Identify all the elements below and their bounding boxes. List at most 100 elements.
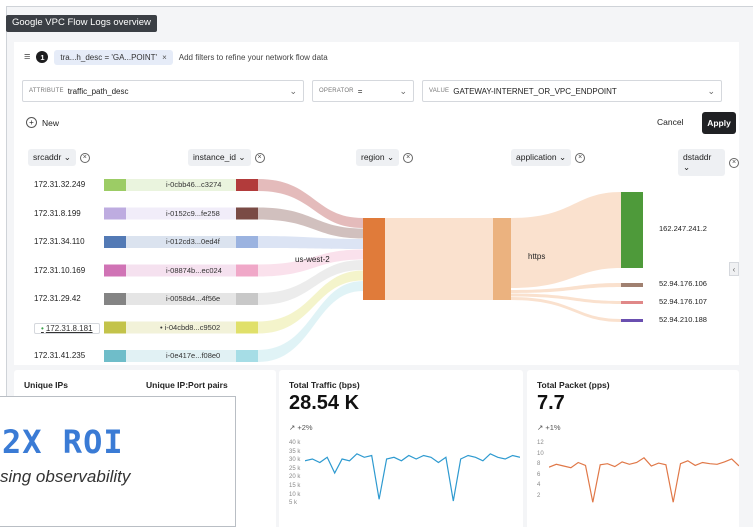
new-button[interactable]: + New [26, 117, 59, 128]
dstaddr-bar[interactable] [621, 192, 643, 268]
instance-bar[interactable] [236, 264, 258, 277]
column-header-dstaddr: dstaddr ⌄ × [678, 149, 739, 176]
dstaddr-bar[interactable] [621, 283, 643, 287]
close-icon[interactable]: × [162, 53, 167, 62]
instance-label[interactable]: i-0152c9...fe258 [166, 209, 220, 218]
srcaddr-label[interactable]: 172.31.8.199 [34, 209, 81, 218]
app-dst-link [511, 192, 621, 288]
attribute-value: traffic_path_desc [67, 86, 129, 96]
filter-chip[interactable]: tra...h_desc = 'GA...POINT' × [54, 49, 173, 65]
src-bar[interactable] [104, 350, 126, 362]
traffic-sparkline [305, 453, 520, 502]
instance-bar[interactable] [236, 350, 258, 362]
application-node[interactable] [493, 218, 511, 300]
column-pill-dstaddr[interactable]: dstaddr ⌄ [678, 149, 726, 176]
dstaddr-label[interactable]: 52.94.210.188 [659, 315, 707, 324]
src-bar[interactable] [104, 264, 126, 277]
instance-label[interactable]: i-0058d4...4f56e [166, 294, 220, 303]
instance-label[interactable]: • i-04cbd8...c9502 [160, 323, 220, 332]
sparkline [305, 453, 520, 502]
close-icon[interactable]: × [575, 152, 586, 163]
window-title: Google VPC Flow Logs overview [6, 15, 157, 32]
packet-title: Total Packet (pps) [537, 380, 610, 390]
srcaddr-label[interactable]: 172.31.34.110 [34, 237, 85, 246]
src-bar[interactable] [104, 293, 126, 305]
srcaddr-label[interactable]: • 172.31.8.181 [34, 322, 100, 334]
close-icon[interactable]: × [79, 152, 90, 163]
unique-ips-title: Unique IPs [24, 380, 68, 390]
operator-prefix: OPERATOR [319, 88, 354, 94]
filter-bar: ≡ 1 tra...h_desc = 'GA...POINT' × Add fi… [14, 42, 739, 72]
column-pill-instance_id[interactable]: instance_id ⌄ [188, 149, 251, 166]
column-header-srcaddr: srcaddr ⌄ × [28, 149, 90, 166]
close-icon[interactable]: × [729, 157, 739, 168]
instance-bar[interactable] [236, 179, 258, 191]
instance-bar[interactable] [236, 321, 258, 334]
total-packet-card: Total Packet (pps) 7.7 ↗ +1% 12 10 8 6 4 2 [527, 370, 739, 527]
column-header-instance_id: instance_id ⌄ × [188, 149, 265, 166]
region-node[interactable] [363, 218, 385, 300]
unique-pairs-title: Unique IP:Port pairs [146, 380, 228, 390]
srcaddr-label[interactable]: 172.31.41.235 [34, 351, 85, 360]
column-header-application: application ⌄ × [511, 149, 586, 166]
y-tick-label: 35 k [289, 448, 301, 455]
attribute-select[interactable]: ATTRIBUTE traffic_path_desc ⌄ [22, 80, 304, 102]
traffic-value: 28.54 K [289, 392, 360, 414]
plus-icon: + [26, 117, 37, 128]
chevron-down-icon: ⌄ [707, 85, 715, 96]
region-app-link [385, 218, 493, 300]
operator-value: = [357, 86, 363, 96]
collapse-arrow-icon[interactable]: ‹ [729, 262, 739, 276]
operator-select[interactable]: OPERATOR = ⌄ [312, 80, 414, 102]
src-bar[interactable] [104, 321, 126, 334]
column-pill-srcaddr[interactable]: srcaddr ⌄ [28, 149, 76, 166]
instance-label[interactable]: i-0cbb46...c3274 [166, 180, 221, 189]
instance-bar[interactable] [236, 293, 258, 305]
filter-count-badge: 1 [36, 51, 49, 63]
traffic-delta-value: +2% [297, 423, 313, 432]
y-tick-label: 20 k [289, 474, 301, 481]
dstaddr-label[interactable]: 52.94.176.107 [659, 297, 707, 306]
packet-sparkline [549, 457, 739, 503]
y-tick-label: 25 k [289, 465, 301, 472]
y-tick-label: 12 [537, 440, 544, 446]
close-icon[interactable]: × [254, 152, 265, 163]
apply-button[interactable]: Apply [702, 112, 736, 134]
packet-value: 7.7 [537, 392, 565, 414]
traffic-delta: ↗ +2% [289, 423, 313, 432]
instance-label[interactable]: i-08874b...ec024 [166, 266, 222, 275]
dstaddr-label[interactable]: 162.247.241.2 [659, 224, 707, 233]
dstaddr-bar[interactable] [621, 319, 643, 322]
instance-bar[interactable] [236, 236, 258, 248]
instance-bar[interactable] [236, 207, 258, 220]
close-icon[interactable]: × [403, 152, 414, 163]
dstaddr-label[interactable]: 52.94.176.106 [659, 279, 707, 288]
srcaddr-label[interactable]: 172.31.29.42 [34, 294, 81, 303]
src-bar[interactable] [104, 236, 126, 248]
chevron-down-icon: ⌄ [289, 85, 297, 96]
roi-subline: sing observability [0, 467, 131, 486]
add-filters-input[interactable]: Add filters to refine your network flow … [179, 53, 328, 62]
y-tick-label: 10 k [289, 491, 301, 498]
roi-headline: 2X ROI [2, 423, 124, 461]
src-bar[interactable] [104, 179, 126, 191]
y-tick-label: 5 k [289, 500, 298, 507]
y-tick-label: 30 k [289, 457, 301, 464]
srcaddr-label[interactable]: 172.31.32.249 [34, 180, 85, 189]
column-pill-application[interactable]: application ⌄ [511, 149, 572, 166]
dstaddr-bar[interactable] [621, 301, 643, 304]
y-tick-label: 8 [537, 461, 541, 467]
srcaddr-label[interactable]: 172.31.10.169 [34, 266, 85, 275]
src-bar[interactable] [104, 207, 126, 220]
column-pill-region[interactable]: region ⌄ [356, 149, 400, 166]
region-label: us-west-2 [295, 255, 330, 264]
value-select[interactable]: VALUE GATEWAY-INTERNET_OR_VPC_ENDPOINT ⌄ [422, 80, 722, 102]
instance-label[interactable]: i-012cd3...0ed4f [166, 237, 220, 246]
y-tick-label: 6 [537, 471, 541, 478]
filter-menu-icon[interactable]: ≡ [24, 51, 30, 63]
cancel-button[interactable]: Cancel [657, 117, 683, 127]
new-label: New [42, 117, 60, 128]
value-prefix: VALUE [429, 88, 450, 94]
instance-label[interactable]: i-0e417e...f08e0 [166, 351, 220, 360]
sankey-panel: srcaddr ⌄ × instance_id ⌄ × region ⌄ × applica… [14, 140, 739, 365]
